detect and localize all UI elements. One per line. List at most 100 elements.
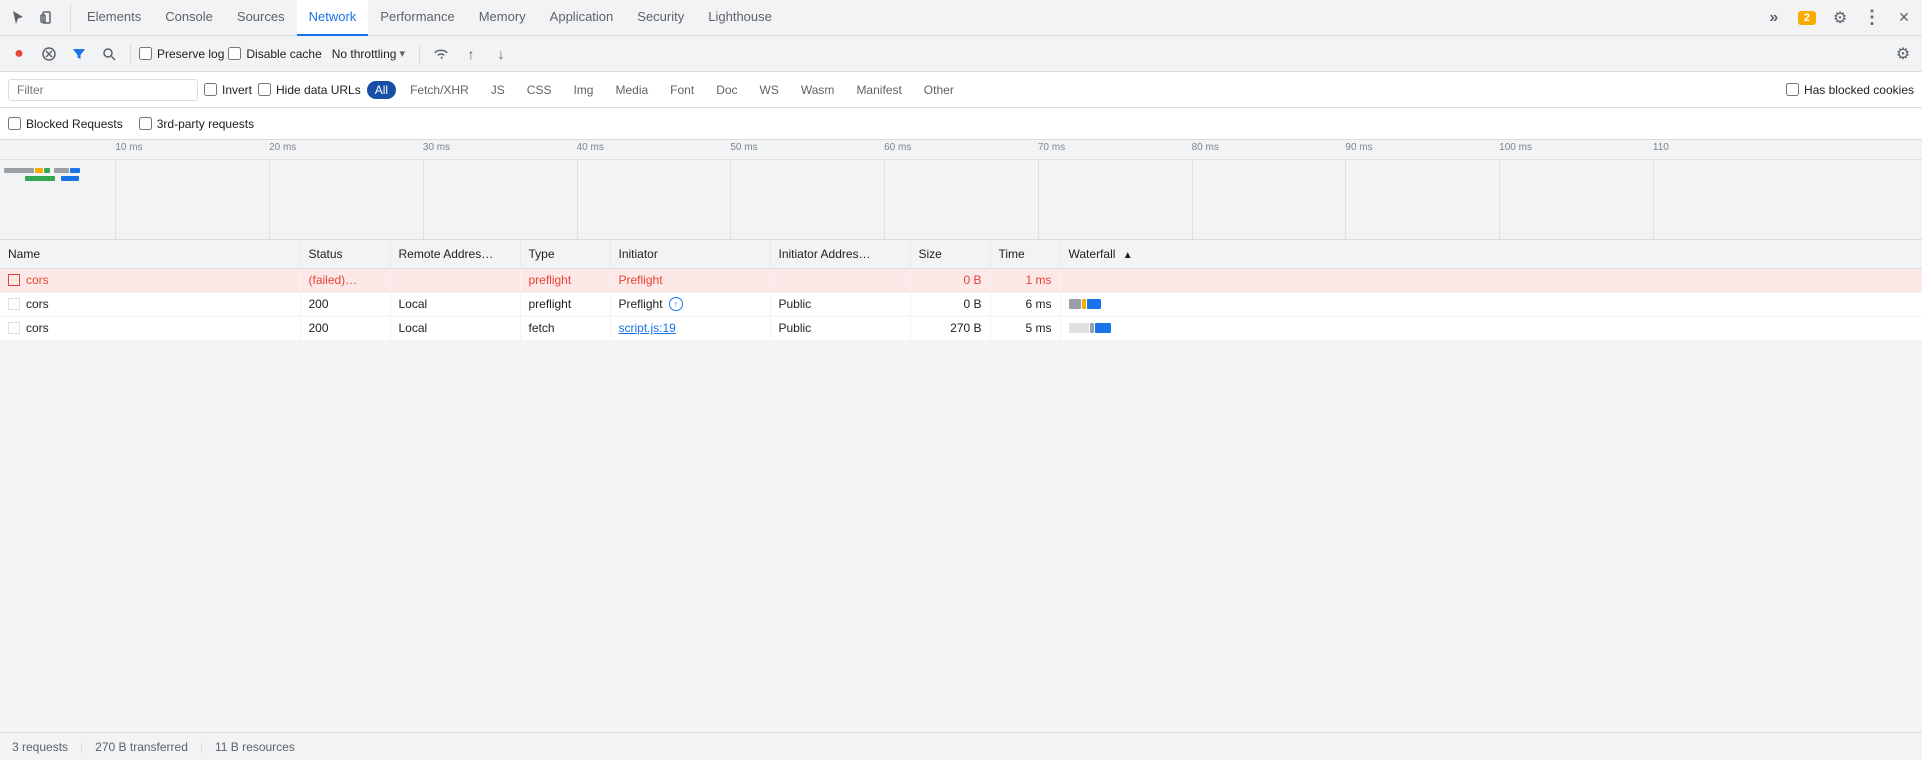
cell-name-2: cors [0,292,300,316]
third-party-checkbox[interactable]: 3rd-party requests [139,117,254,131]
tab-network[interactable]: Network [297,0,369,36]
cell-waterfall-1 [1060,268,1922,292]
cell-status-3: 200 [300,316,390,340]
tick-100ms: 100 ms [1499,140,1532,153]
col-header-initiator[interactable]: Initiator [610,240,770,268]
timeline-ruler: 10 ms 20 ms 30 ms 40 ms 50 ms 60 ms 70 m… [0,140,1922,160]
cursor-icon-btn[interactable] [4,4,32,32]
cell-time-1: 1 ms [990,268,1060,292]
hide-data-urls-checkbox[interactable]: Hide data URLs [258,83,361,97]
tab-performance[interactable]: Performance [368,0,466,36]
status-divider-1: | [80,740,83,754]
error-row-checkbox-1 [8,274,20,286]
divider-2 [419,44,420,64]
settings-btn[interactable]: ⚙ [1826,4,1854,32]
chip-font[interactable]: Font [662,81,702,99]
mini-bar-blue2 [61,176,79,181]
invert-checkbox[interactable]: Invert [204,83,252,97]
tick-20ms: 20 ms [269,140,296,153]
col-header-size[interactable]: Size [910,240,990,268]
preserve-log-input[interactable] [139,47,152,60]
cell-size-3: 270 B [910,316,990,340]
export-har-btn[interactable]: ↓ [488,41,514,67]
search-btn[interactable] [96,41,122,67]
chip-doc[interactable]: Doc [708,81,745,99]
throttle-selector[interactable]: No throttling ▾ [326,45,411,63]
disable-cache-input[interactable] [228,47,241,60]
chip-ws[interactable]: WS [752,81,787,99]
import-har-btn[interactable]: ↑ [458,41,484,67]
tab-console[interactable]: Console [153,0,225,36]
grid-line-20 [269,160,270,239]
col-header-status[interactable]: Status [300,240,390,268]
grid-line-100 [1499,160,1500,239]
col-header-name[interactable]: Name [0,240,300,268]
third-party-input[interactable] [139,117,152,130]
network-conditions-btn[interactable] [428,41,454,67]
timeline-row-1 [4,168,80,173]
network-settings-btn[interactable]: ⚙ [1890,41,1916,67]
chip-manifest[interactable]: Manifest [848,81,909,99]
filter-input[interactable] [8,79,198,101]
col-header-initiator-addr[interactable]: Initiator Addres… [770,240,910,268]
cell-initiator-addr-1 [770,268,910,292]
chip-wasm[interactable]: Wasm [793,81,843,99]
status-divider-2: | [200,740,203,754]
more-options-btn[interactable]: ⋮ [1858,4,1886,32]
chip-media[interactable]: Media [607,81,656,99]
record-btn[interactable]: ● [6,41,32,67]
blocked-requests-input[interactable] [8,117,21,130]
close-btn[interactable]: ✕ [1890,4,1918,32]
col-header-waterfall[interactable]: Waterfall ▲ [1060,240,1922,268]
chip-img[interactable]: Img [565,81,601,99]
tab-memory[interactable]: Memory [467,0,538,36]
table-row[interactable]: cors 200 Local fetch script.js:19 Public… [0,316,1922,340]
grid-line-40 [577,160,578,239]
chip-all[interactable]: All [367,81,396,99]
disable-cache-checkbox[interactable]: Disable cache [228,47,321,61]
tab-security[interactable]: Security [625,0,696,36]
tab-application[interactable]: Application [538,0,626,36]
grid-line-10 [115,160,116,239]
warning-badge: 2 [1798,11,1816,25]
has-blocked-cookies-input[interactable] [1786,83,1799,96]
table-row[interactable]: cors 200 Local preflight Preflight ↑ Pub… [0,292,1922,316]
tab-bar: Elements Console Sources Network Perform… [0,0,1922,36]
invert-input[interactable] [204,83,217,96]
tick-80ms: 80 ms [1192,140,1219,153]
tab-lighthouse[interactable]: Lighthouse [696,0,784,36]
col-header-time[interactable]: Time [990,240,1060,268]
has-blocked-cookies-checkbox[interactable]: Has blocked cookies [1786,83,1914,97]
preserve-log-checkbox[interactable]: Preserve log [139,47,224,61]
mini-bar-blue [70,168,80,173]
waterfall-bar-2 [1069,296,1915,312]
tab-elements[interactable]: Elements [75,0,153,36]
tick-90ms: 90 ms [1345,140,1372,153]
grid-line-50 [730,160,731,239]
grid-line-30 [423,160,424,239]
cell-size-2: 0 B [910,292,990,316]
col-header-type[interactable]: Type [520,240,610,268]
chip-js[interactable]: JS [483,81,513,99]
cell-remote-2: Local [390,292,520,316]
cell-name-3: cors [0,316,300,340]
cell-status-1: (failed)… [300,268,390,292]
stop-recording-btn[interactable] [36,41,62,67]
tab-sources[interactable]: Sources [225,0,297,36]
cell-remote-1 [390,268,520,292]
more-tabs-btn[interactable]: » [1760,4,1788,32]
throttle-label: No throttling [332,47,397,61]
tick-60ms: 60 ms [884,140,911,153]
chip-other[interactable]: Other [916,81,962,99]
filter-requests-btn[interactable] [66,41,92,67]
col-header-remote[interactable]: Remote Addres… [390,240,520,268]
device-icon-btn[interactable] [34,4,62,32]
chip-css[interactable]: CSS [519,81,560,99]
wf-segment-dns [1069,299,1081,309]
hide-data-urls-input[interactable] [258,83,271,96]
chip-fetch-xhr[interactable]: Fetch/XHR [402,81,477,99]
blocked-requests-checkbox[interactable]: Blocked Requests [8,117,123,131]
cell-size-1: 0 B [910,268,990,292]
cell-type-1: preflight [520,268,610,292]
table-row[interactable]: cors (failed)… preflight Preflight 0 B 1… [0,268,1922,292]
